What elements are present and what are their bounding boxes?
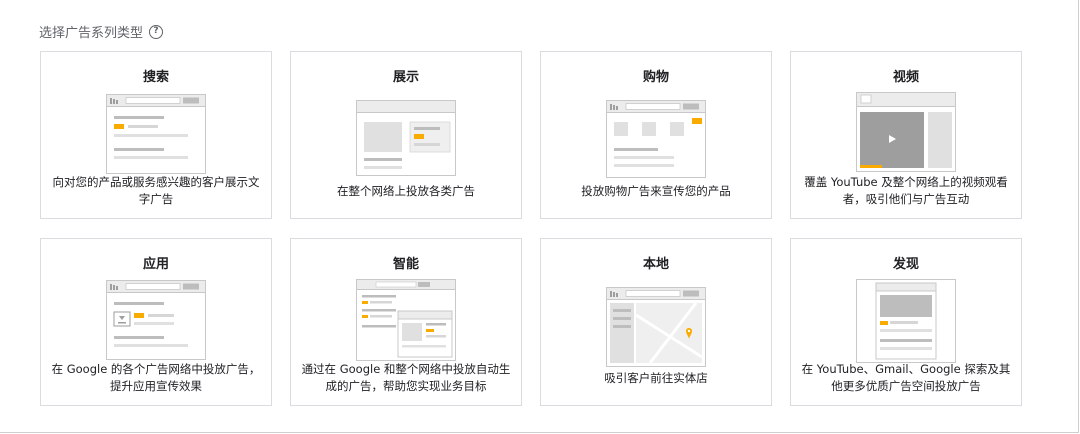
card-title: 本地 bbox=[642, 257, 669, 272]
shopping-ad-illustration-icon bbox=[606, 100, 706, 178]
card-description: 向对您的产品或服务感兴趣的客户展示文字广告 bbox=[52, 175, 260, 206]
card-description: 投放购物广告来宣传您的产品 bbox=[581, 184, 731, 198]
section-heading: 选择广告系列类型 ? bbox=[39, 22, 164, 41]
card-discovery[interactable]: 发现 在 YouTube、Gmail、Google 探索及其他更多优质广告空间投… bbox=[790, 238, 1022, 406]
card-app[interactable]: 应用 在 Google 的各个广告网络中投放广告，提升应用宣传效果 bbox=[40, 238, 272, 406]
card-title: 购物 bbox=[642, 70, 669, 85]
card-title: 发现 bbox=[892, 257, 919, 272]
card-smart[interactable]: 智能 通过在 Google 和整个网络中投放自动生成的广告，帮助您实现业务目标 bbox=[290, 238, 522, 406]
smart-ad-illustration-icon bbox=[356, 279, 456, 361]
card-title: 搜索 bbox=[142, 70, 169, 85]
app-ad-illustration-icon bbox=[106, 280, 206, 360]
campaign-type-panel: 选择广告系列类型 ? 搜索 向对您的产品或服务感兴趣的客户展示文字广告 展示 在… bbox=[0, 0, 1079, 433]
card-description: 吸引客户前往实体店 bbox=[604, 371, 708, 385]
card-shopping[interactable]: 购物 投放购物广告来宣传您的产品 bbox=[540, 51, 772, 219]
card-description: 覆盖 YouTube 及整个网络上的视频观看者，吸引他们与广告互动 bbox=[804, 175, 1008, 206]
search-ad-illustration-icon bbox=[106, 94, 206, 174]
display-ad-illustration-icon bbox=[356, 100, 456, 176]
discovery-ad-illustration-icon bbox=[856, 279, 956, 363]
card-description: 在 YouTube、Gmail、Google 探索及其他更多优质广告空间投放广告 bbox=[801, 362, 1011, 393]
card-description: 通过在 Google 和整个网络中投放自动生成的广告，帮助您实现业务目标 bbox=[301, 362, 511, 393]
card-title: 视频 bbox=[892, 70, 919, 85]
card-title: 展示 bbox=[392, 70, 419, 85]
video-ad-illustration-icon bbox=[856, 92, 956, 172]
local-ad-illustration-icon bbox=[606, 287, 706, 367]
section-heading-label: 选择广告系列类型 bbox=[39, 26, 144, 41]
card-title: 应用 bbox=[142, 257, 169, 272]
help-icon[interactable]: ? bbox=[149, 24, 164, 39]
card-description: 在整个网络上投放各类广告 bbox=[337, 184, 475, 198]
card-local[interactable]: 本地 吸引客户前往实体店 bbox=[540, 238, 772, 406]
card-display[interactable]: 展示 在整个网络上投放各类广告 bbox=[290, 51, 522, 219]
card-video[interactable]: 视频 覆盖 YouTube 及整个网络上的视频观看者，吸引他们与广告互动 bbox=[790, 51, 1022, 219]
card-title: 智能 bbox=[392, 257, 419, 272]
card-search[interactable]: 搜索 向对您的产品或服务感兴趣的客户展示文字广告 bbox=[40, 51, 272, 219]
card-description: 在 Google 的各个广告网络中投放广告，提升应用宣传效果 bbox=[51, 362, 261, 393]
